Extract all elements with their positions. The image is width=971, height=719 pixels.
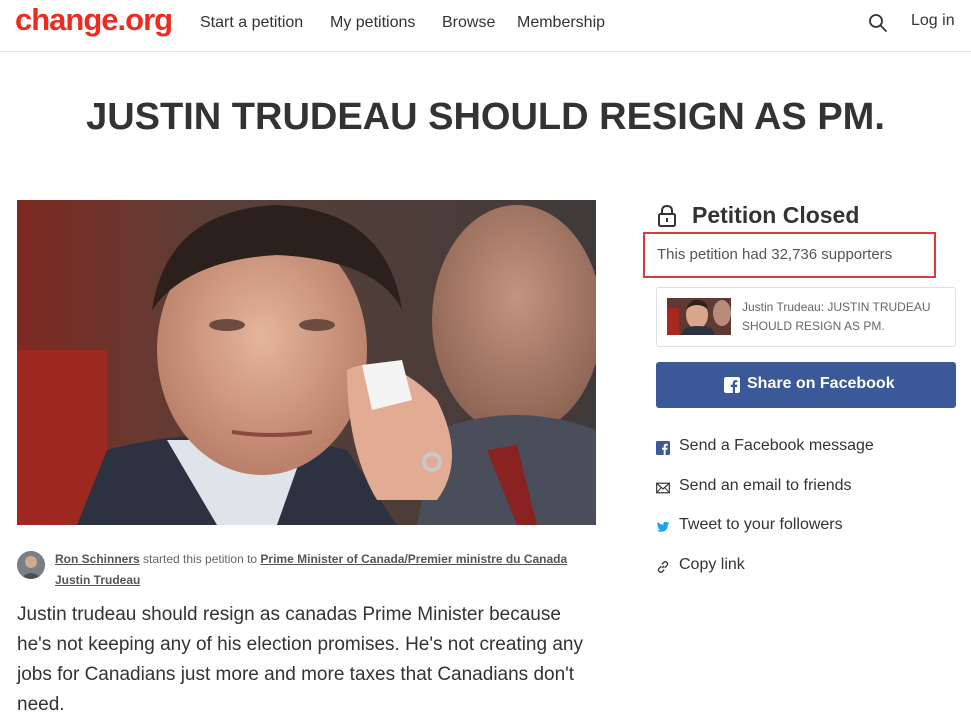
share-preview-text: Justin Trudeau: JUSTIN TRUDEAU SHOULD RE… xyxy=(742,300,931,333)
starter-middle-text: started this petition to xyxy=(139,552,261,566)
share-on-facebook-label: Share on Facebook xyxy=(747,375,895,392)
starter-line: Ron Schinners started this petition to P… xyxy=(55,549,575,591)
share-preview-thumbnail xyxy=(667,298,731,335)
search-icon[interactable] xyxy=(868,13,888,33)
starter-name-link[interactable]: Ron Schinners xyxy=(55,552,140,566)
share-option-label: Send a Facebook message xyxy=(679,437,874,454)
nav-start-petition[interactable]: Start a petition xyxy=(200,14,303,32)
lock-icon xyxy=(658,205,676,227)
facebook-icon xyxy=(724,377,740,393)
petition-description: Justin trudeau should resign as canadas … xyxy=(17,604,583,715)
share-option-label: Send an email to friends xyxy=(679,477,852,494)
facebook-icon xyxy=(656,441,670,455)
nav-my-petitions[interactable]: My petitions xyxy=(330,14,415,32)
petition-status-title: Petition Closed xyxy=(692,202,860,228)
login-link[interactable]: Log in xyxy=(911,12,955,30)
twitter-icon xyxy=(656,521,670,532)
share-on-facebook-button[interactable]: Share on Facebook xyxy=(656,362,956,408)
share-option-label: Tweet to your followers xyxy=(679,516,843,533)
change-org-logo[interactable]: change.org xyxy=(15,2,173,38)
email-icon xyxy=(656,482,670,494)
nav-membership[interactable]: Membership xyxy=(517,14,605,32)
petition-photo xyxy=(17,200,596,525)
supporters-count-text: This petition had 32,736 supporters xyxy=(657,246,893,263)
site-header: change.org Start a petition My petitions… xyxy=(0,0,971,52)
share-option-label: Copy link xyxy=(679,556,745,573)
link-icon xyxy=(657,561,669,573)
share-preview-card[interactable]: Justin Trudeau: JUSTIN TRUDEAU SHOULD RE… xyxy=(656,287,956,347)
petition-title: JUSTIN TRUDEAU SHOULD RESIGN AS PM. xyxy=(86,96,885,138)
starter-avatar[interactable] xyxy=(17,551,45,579)
nav-browse[interactable]: Browse xyxy=(442,14,495,32)
